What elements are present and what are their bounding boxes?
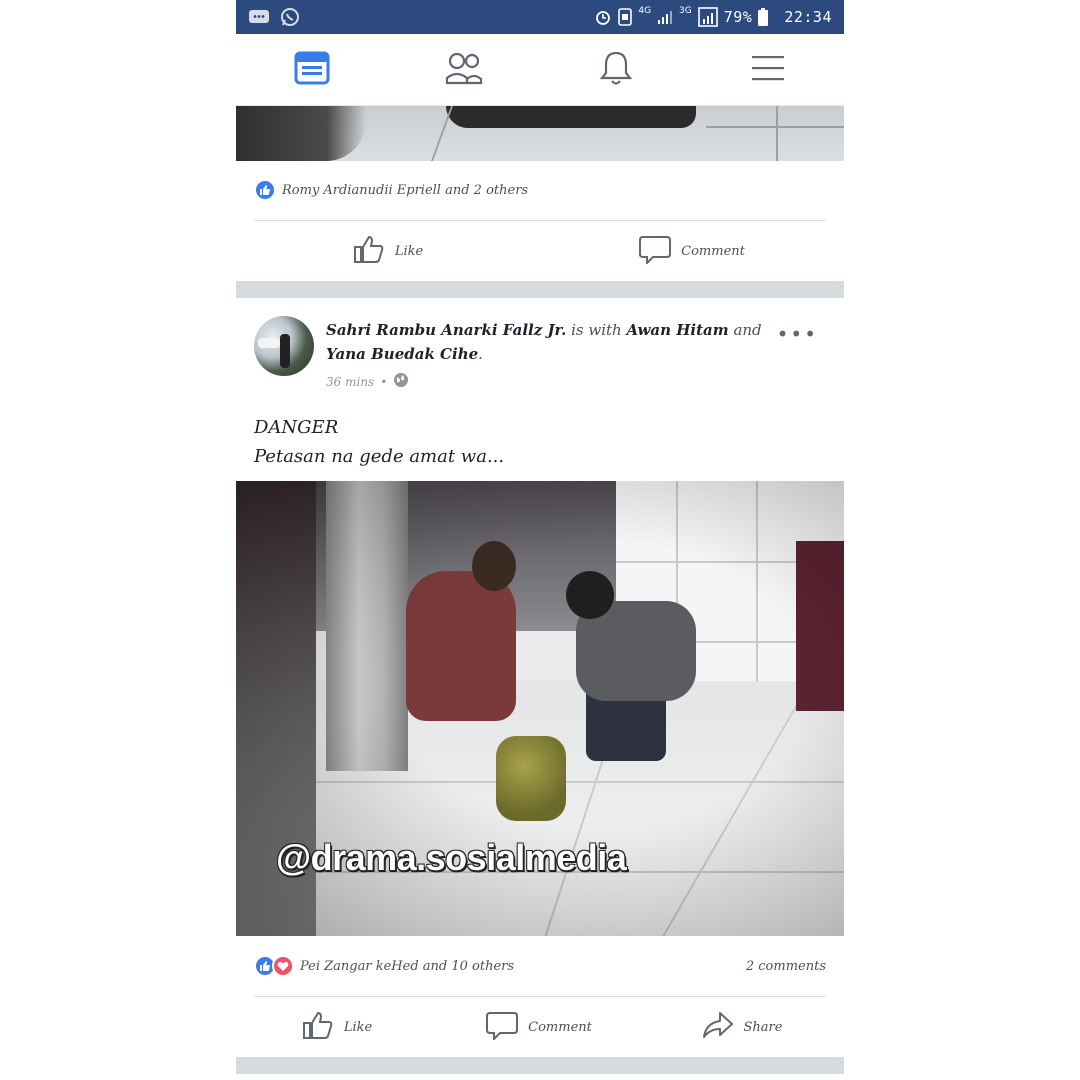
tagged-person-1[interactable]: Awan Hitam xyxy=(626,321,728,339)
love-reaction-icon xyxy=(272,955,294,977)
signal-icon-2 xyxy=(697,7,718,27)
tab-news-feed[interactable] xyxy=(236,34,388,105)
thumbs-up-icon xyxy=(353,234,385,268)
network-type-2: 3G xyxy=(679,5,692,16)
post-actions: Like Comment Share xyxy=(236,997,844,1057)
comments-count[interactable]: 2 comments xyxy=(746,959,826,974)
tile-line xyxy=(776,106,778,161)
battery-percent: 79% xyxy=(723,8,753,26)
post-photo[interactable]: @drama.sosialmedia xyxy=(236,481,844,936)
post-text-line-2: Petasan na gede amat wa... xyxy=(254,446,505,467)
signal-icon xyxy=(657,9,673,25)
like-label: Like xyxy=(343,1019,373,1035)
photo-shadow xyxy=(236,106,366,161)
sim-icon xyxy=(618,8,633,26)
top-navigation xyxy=(236,34,844,106)
share-icon xyxy=(702,1010,734,1044)
comment-button[interactable]: Comment xyxy=(540,234,844,268)
avatar-car xyxy=(258,338,280,348)
previous-post-photo[interactable] xyxy=(236,106,844,161)
post-text: DANGER Petasan na gede amat wa... xyxy=(254,413,826,471)
photo-object xyxy=(446,106,696,128)
comment-button[interactable]: Comment xyxy=(438,1010,640,1044)
avatar[interactable] xyxy=(254,316,314,376)
with-text: is with xyxy=(571,321,622,339)
tab-friends[interactable] xyxy=(388,34,540,105)
watermark: @drama.sosialmedia xyxy=(276,837,627,878)
tab-notifications[interactable] xyxy=(540,34,692,105)
status-bar: 4G 3G 79% 22:34 xyxy=(236,0,844,34)
share-button[interactable]: Share xyxy=(640,1010,844,1044)
alarm-icon xyxy=(594,8,612,26)
previous-post-actions: Like Comment xyxy=(236,221,844,281)
post-text-line-1: DANGER xyxy=(254,417,339,438)
network-type-1: 4G xyxy=(638,5,652,16)
like-button[interactable]: Like xyxy=(236,234,540,268)
comment-icon xyxy=(639,234,672,268)
comment-label: Comment xyxy=(528,1019,592,1035)
avatar-person xyxy=(280,334,290,368)
comment-icon xyxy=(486,1010,519,1044)
post-time[interactable]: 36 mins xyxy=(326,375,374,389)
author-name[interactable]: Sahri Rambu Anarki Fallz Jr. xyxy=(326,321,566,339)
friends-icon xyxy=(445,51,483,89)
feed-separator xyxy=(236,1057,844,1074)
tile-line xyxy=(706,126,844,128)
news-feed-icon xyxy=(294,51,330,89)
post-reactions[interactable]: Pei Zangar keHed and 10 others 2 comment… xyxy=(254,952,826,980)
feed-separator xyxy=(236,281,844,298)
menu-icon xyxy=(752,55,784,85)
notifications-icon xyxy=(599,50,633,90)
dot-separator: • xyxy=(380,374,388,389)
tagged-person-2[interactable]: Yana Buedak Cihe xyxy=(326,345,478,363)
messenger-notification-icon xyxy=(248,8,270,26)
battery-icon xyxy=(758,8,769,26)
post-header: Sahri Rambu Anarki Fallz Jr. is with Awa… xyxy=(254,316,826,396)
thumbs-up-icon xyxy=(302,1010,334,1044)
clock: 22:34 xyxy=(784,8,832,26)
phone-screen: 4G 3G 79% 22:34 Romy Ardianudii Epriell … xyxy=(236,0,844,1080)
like-reaction-icon xyxy=(254,179,276,201)
comment-label: Comment xyxy=(681,243,745,259)
post-meta: 36 mins • xyxy=(326,372,409,391)
previous-post-reactions[interactable]: Romy Ardianudii Epriell and 2 others xyxy=(254,176,826,204)
tile-line xyxy=(430,106,454,161)
and-text: and xyxy=(733,321,762,339)
tab-menu[interactable] xyxy=(692,34,844,105)
reactions-text: Romy Ardianudii Epriell and 2 others xyxy=(282,182,529,198)
post-title: Sahri Rambu Anarki Fallz Jr. is with Awa… xyxy=(326,321,762,363)
share-label: Share xyxy=(743,1019,783,1035)
globe-icon xyxy=(393,372,409,391)
like-button[interactable]: Like xyxy=(236,1010,438,1044)
more-options-button[interactable]: ••• xyxy=(777,322,818,346)
reactions-text: Pei Zangar keHed and 10 others xyxy=(300,958,515,974)
like-label: Like xyxy=(394,243,424,259)
whatsapp-icon xyxy=(280,7,300,27)
